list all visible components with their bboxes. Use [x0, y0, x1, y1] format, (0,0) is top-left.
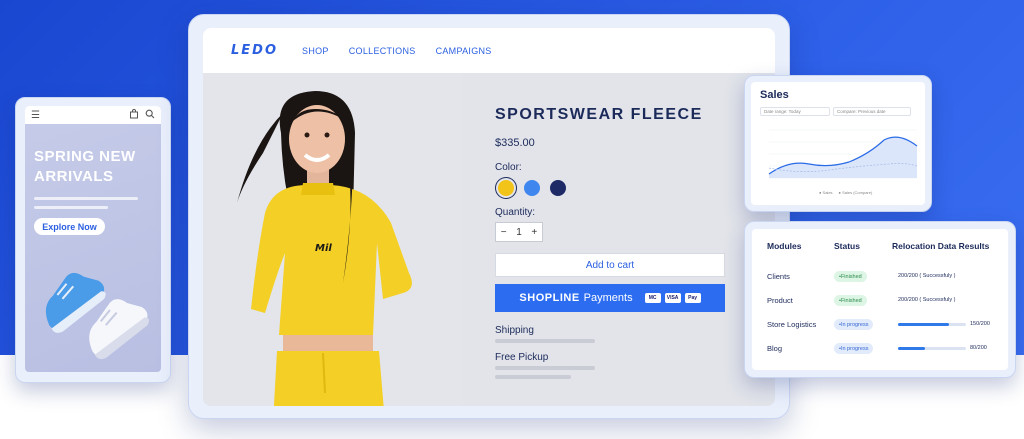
add-to-cart-button[interactable]: Add to cart	[495, 253, 725, 277]
color-label: Color:	[495, 162, 522, 173]
free-pickup-heading[interactable]: Free Pickup	[495, 352, 548, 363]
sales-line-chart	[768, 129, 918, 179]
search-icon[interactable]	[145, 109, 155, 122]
nav-collections[interactable]: COLLECTIONS	[349, 46, 416, 56]
relocation-result: 200/200 ( Successfuly )	[898, 297, 956, 303]
payment-text: Payments	[583, 292, 633, 304]
header-results: Relocation Data Results	[892, 241, 990, 251]
mobile-text-line	[34, 206, 108, 209]
store-logo[interactable]: LEDO	[231, 43, 278, 58]
sales-title: Sales	[760, 89, 789, 101]
sneakers-image	[45, 272, 150, 360]
date-range-text: Date range: Today	[764, 109, 801, 114]
sales-panel: Sales Date range: Today Compare: Previou…	[751, 82, 925, 205]
sales-card: Sales Date range: Today Compare: Previou…	[744, 75, 932, 212]
nav-campaigns[interactable]: CAMPAIGNS	[436, 46, 492, 56]
bag-icon[interactable]	[129, 108, 139, 122]
color-swatch-yellow[interactable]	[498, 180, 514, 196]
product-title: SPORTSWEAR FLEECE	[495, 106, 703, 123]
pickup-text-line	[495, 366, 595, 370]
shipping-text-line	[495, 339, 595, 343]
module-name: Blog	[767, 344, 783, 353]
shopline-payments-button[interactable]: SHOPLINE Payments MC VISA Pay	[495, 284, 725, 312]
product-photo: Mil	[203, 73, 463, 406]
mobile-text-line	[34, 197, 138, 200]
quantity-decrease-button[interactable]: −	[501, 227, 507, 238]
svg-text:Mil: Mil	[315, 243, 332, 254]
quantity-value[interactable]: 1	[516, 227, 522, 238]
legend-sales: ● Sales	[819, 190, 833, 195]
payment-brand: SHOPLINE	[519, 292, 580, 304]
compare-text: Compare: Previous date	[837, 109, 886, 114]
legend-sales-compare: ● Sales (Compare)	[838, 190, 873, 195]
shipping-heading[interactable]: Shipping	[495, 325, 534, 336]
pickup-text-line	[495, 375, 571, 379]
explore-now-button[interactable]: Explore Now	[34, 218, 105, 235]
store-navbar: LEDO SHOP COLLECTIONS CAMPAIGNS	[203, 28, 775, 73]
color-swatch-navy[interactable]	[550, 180, 566, 196]
mobile-topbar: ☰	[25, 106, 161, 124]
quantity-label: Quantity:	[495, 207, 536, 218]
desktop-mockup: LEDO SHOP COLLECTIONS CAMPAIGNS Mil SPOR…	[188, 14, 790, 419]
relocation-progress-bar	[898, 347, 966, 350]
header-modules: Modules	[767, 241, 802, 251]
status-text: In progress	[840, 345, 869, 352]
status-text: Finished	[840, 273, 862, 280]
nav-shop[interactable]: SHOP	[302, 46, 329, 56]
relocation-result: 80/200	[970, 345, 987, 351]
status-badge: • In progress	[834, 343, 874, 354]
relocation-progress-bar	[898, 323, 966, 326]
module-name: Product	[767, 296, 793, 305]
status-badge: • Finished	[834, 295, 867, 306]
date-range-filter[interactable]: Date range: Today	[760, 107, 830, 116]
quantity-stepper: − 1 +	[495, 222, 543, 242]
product-price: $335.00	[495, 137, 535, 149]
data-relocation-card: Modules Status Relocation Data Results C…	[744, 221, 1016, 378]
status-badge: • Finished	[834, 271, 867, 282]
model-illustration: Mil	[237, 91, 412, 406]
mobile-mockup: ☰ SPRING NEW ARRIVALS Explore Now	[15, 97, 171, 383]
header-status: Status	[834, 241, 860, 251]
relocation-result: 200/200 ( Successfuly )	[898, 273, 956, 279]
module-name: Store Logistics	[767, 320, 817, 329]
compare-filter[interactable]: Compare: Previous date	[833, 107, 911, 116]
mobile-screen: ☰ SPRING NEW ARRIVALS Explore Now	[25, 106, 161, 372]
progress-fill	[898, 347, 926, 350]
status-text: In progress	[840, 321, 869, 328]
menu-icon[interactable]: ☰	[31, 110, 40, 121]
apple-pay-icon: Pay	[684, 293, 701, 303]
module-name: Clients	[767, 272, 790, 281]
mobile-headline: SPRING NEW ARRIVALS	[34, 148, 136, 185]
status-badge: • In progress	[834, 319, 874, 330]
progress-fill	[898, 323, 949, 326]
quantity-increase-button[interactable]: +	[531, 227, 537, 238]
visa-icon: VISA	[664, 293, 681, 303]
relocation-result: 150/200	[970, 321, 990, 327]
modules-table: Modules Status Relocation Data Results C…	[752, 229, 1008, 370]
status-text: Finished	[840, 297, 862, 304]
storefront-window: LEDO SHOP COLLECTIONS CAMPAIGNS Mil SPOR…	[203, 28, 775, 406]
mastercard-icon: MC	[644, 293, 661, 303]
color-swatch-blue[interactable]	[524, 180, 540, 196]
sales-legend: ● Sales ● Sales (Compare)	[819, 190, 872, 195]
